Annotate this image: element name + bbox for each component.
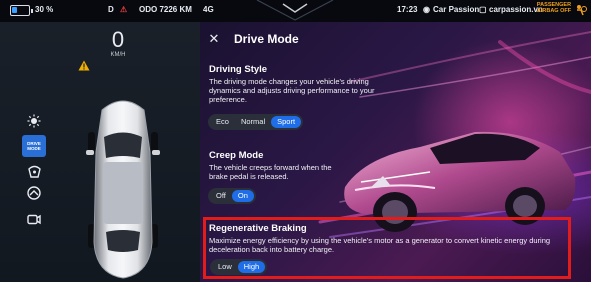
battery-percent: 30 % — [35, 5, 54, 14]
driving-style-option-normal[interactable]: Normal — [235, 116, 271, 128]
sidebar-item-label: DRIVE MODE — [27, 141, 41, 151]
regen-braking-selector: Low High — [210, 259, 268, 275]
sidebar-item-camera[interactable] — [22, 208, 46, 230]
battery-icon — [10, 5, 33, 16]
regen-braking-title: Regenerative Braking — [209, 223, 307, 234]
regen-braking-option-low[interactable]: Low — [212, 261, 238, 273]
driving-style-option-sport[interactable]: Sport — [271, 116, 302, 128]
sidebar-item-steering[interactable] — [22, 160, 46, 182]
odometer: ODO 7226 KM — [139, 5, 192, 14]
driving-style-selector: Eco Normal Sport — [208, 114, 304, 130]
vehicle-overview-panel: 0 KM/H DRIVE MODE — [0, 22, 200, 282]
creep-mode-description: The vehicle creeps forward when the brak… — [209, 163, 332, 181]
vinfast-logo-icon — [256, 0, 334, 21]
speed-value: 0 — [111, 27, 125, 52]
regen-braking-option-high[interactable]: High — [237, 261, 266, 273]
sidebar-item-assist[interactable] — [22, 182, 46, 204]
warning-icon — [78, 60, 90, 71]
site-icon: ▢ — [479, 5, 487, 14]
network-indicator: 4G — [203, 5, 214, 14]
driving-style-option-eco[interactable]: Eco — [210, 116, 235, 128]
creep-mode-option-off[interactable]: Off — [210, 190, 232, 202]
brightness-icon — [27, 114, 41, 128]
regen-braking-description: Maximize energy efficiency by using the … — [209, 236, 551, 254]
sidebar-item-drive-mode[interactable]: DRIVE MODE — [22, 135, 46, 157]
clock: 17:23 — [397, 5, 418, 14]
speed-unit: KM/H — [110, 52, 126, 58]
creep-mode-option-on[interactable]: On — [231, 190, 254, 202]
airbag-off-icon — [577, 5, 587, 16]
page-title: Drive Mode — [234, 32, 299, 46]
driving-style-title: Driving Style — [209, 64, 268, 75]
brake-warning-icon: ⚠ — [120, 5, 128, 14]
sidebar-item-display[interactable] — [22, 110, 46, 132]
steering-wheel-icon — [27, 165, 41, 178]
vehicle-top-view-image — [86, 100, 160, 279]
drive-mode-panel: ✕ Drive Mode Driving Style The driving m… — [200, 22, 591, 282]
brand-globe-icon: ◉ — [423, 5, 430, 14]
speedometer-icon — [27, 186, 41, 200]
driving-style-description: The driving mode changes your vehicle's … — [209, 77, 375, 104]
creep-mode-title: Creep Mode — [209, 150, 264, 161]
close-button[interactable]: ✕ — [206, 31, 222, 47]
battery-level-fill — [12, 7, 17, 13]
airbag-status: PASSENGER AIRBAG OFF — [536, 2, 572, 14]
camera-icon — [27, 214, 41, 224]
gear-indicator: D — [108, 5, 114, 14]
status-bar: 30 % D ⚠ ODO 7226 KM 4G 17:23 ◉ Car Pass… — [0, 0, 591, 22]
creep-mode-selector: Off On — [208, 188, 256, 204]
brand-name: Car Passion — [433, 5, 480, 14]
